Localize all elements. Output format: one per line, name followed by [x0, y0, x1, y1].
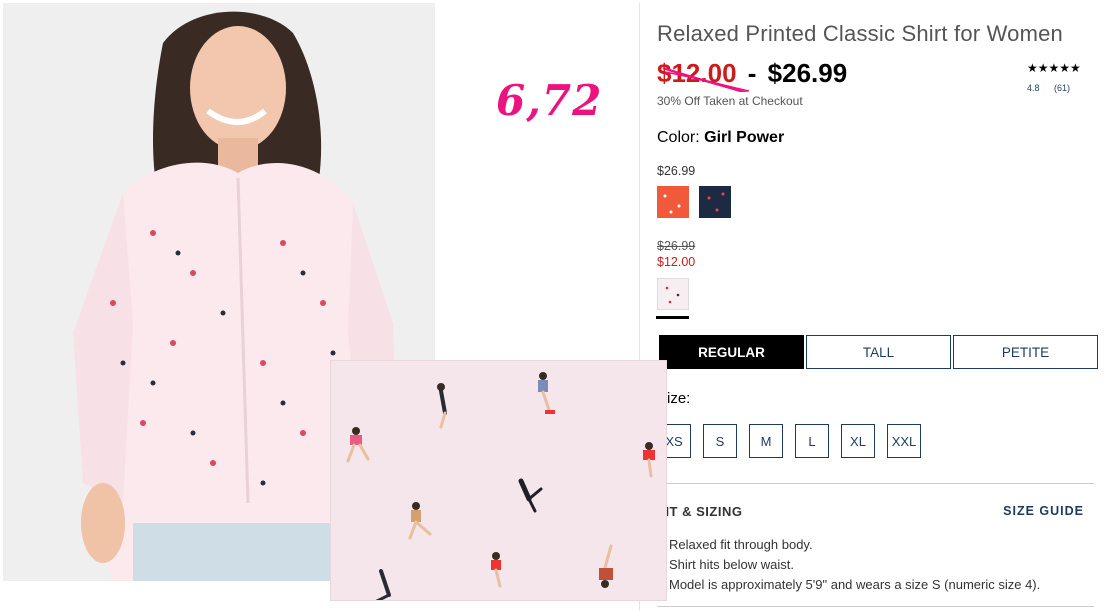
- price-row: $12.00 - $26.99: [657, 58, 848, 92]
- swatch-group-price: $26.99: [657, 164, 696, 178]
- rating-line: 4.8 (61): [1027, 83, 1081, 93]
- tab-tall[interactable]: TALL: [806, 335, 951, 369]
- color-swatch-pink-selected[interactable]: [657, 278, 689, 310]
- size-xl-button[interactable]: XL: [841, 424, 875, 458]
- section-divider: [657, 606, 1094, 607]
- color-swatch-orange[interactable]: [657, 186, 689, 218]
- fabric-zoom-image: [331, 361, 666, 600]
- strikethrough-scribble: [662, 66, 750, 92]
- size-guide-link[interactable]: SIZE GUIDE: [1003, 504, 1084, 518]
- tab-regular[interactable]: REGULAR: [659, 335, 804, 369]
- product-title: Relaxed Printed Classic Shirt for Women: [657, 21, 1063, 46]
- swatch-print: [665, 286, 680, 304]
- color-label: Color: Girl Power: [657, 129, 785, 146]
- size-xxl-button[interactable]: XXL: [887, 424, 921, 458]
- swatch-print: [663, 194, 681, 214]
- fit-details-list: Relaxed fit through body. Shirt hits bel…: [669, 535, 1040, 595]
- swatch-group-sale-price: $12.00: [657, 255, 696, 269]
- section-divider: [657, 483, 1094, 484]
- size-s-button[interactable]: S: [703, 424, 737, 458]
- tab-petite[interactable]: PETITE: [953, 335, 1098, 369]
- size-l-button[interactable]: L: [795, 424, 829, 458]
- current-price: $26.99: [767, 58, 848, 88]
- fit-tabs: REGULAR TALL PETITE: [659, 335, 1100, 369]
- fit-detail-item: Model is approximately 5'9" and wears a …: [669, 577, 1041, 592]
- promo-text: 30% Off Taken at Checkout: [657, 94, 803, 108]
- handwritten-price-annotation: 6,72: [496, 76, 603, 125]
- original-price: $12.00: [657, 58, 750, 92]
- selected-swatch-indicator: [656, 316, 689, 319]
- fabric-print-illustration: [331, 361, 666, 600]
- fit-detail-item: Relaxed fit through body.: [669, 537, 813, 552]
- fit-sizing-heading[interactable]: FIT & SIZING: [657, 504, 742, 519]
- color-swatch-navy[interactable]: [699, 186, 731, 218]
- size-options: XS S M L XL XXL: [657, 424, 933, 458]
- star-rating-icon: ★★★★★: [1027, 61, 1081, 75]
- rating-block[interactable]: ★★★★★ 4.8 (61): [1027, 61, 1081, 93]
- size-m-button[interactable]: M: [749, 424, 783, 458]
- swatch-group-original-price: $26.99: [657, 239, 696, 253]
- product-details-panel: Relaxed Printed Classic Shirt for Women …: [639, 3, 1112, 611]
- swatch-print: [707, 192, 725, 212]
- fit-detail-item: Shirt hits below waist.: [669, 557, 794, 572]
- review-count-link[interactable]: (61): [1054, 83, 1070, 93]
- rating-score: 4.8: [1027, 83, 1040, 93]
- selected-color-name: Girl Power: [704, 129, 785, 146]
